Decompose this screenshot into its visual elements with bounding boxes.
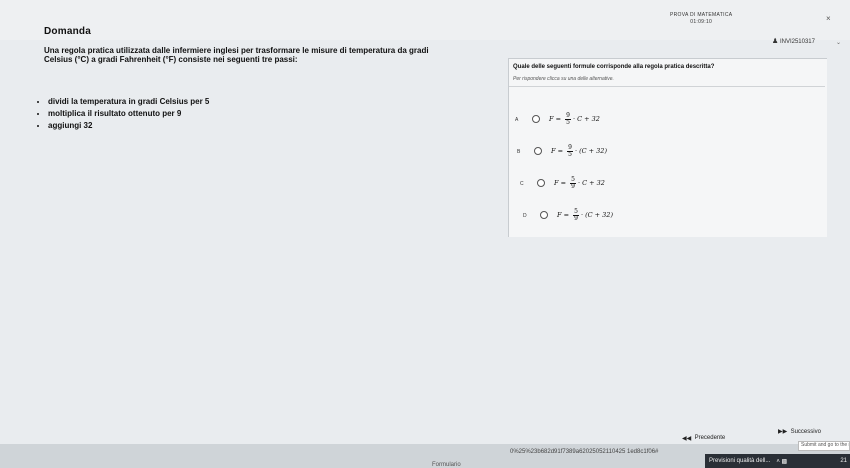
clock: 21 bbox=[840, 458, 847, 464]
step-item: aggiungi 32 bbox=[48, 120, 209, 132]
question-intro: Una regola pratica utilizzata dalle infe… bbox=[44, 46, 504, 64]
steps-list: dividi la temperatura in gradi Celsius p… bbox=[36, 96, 209, 132]
option-letter: A bbox=[515, 117, 519, 123]
session-hash: 0%25%23b682d91f7389a62025052110425 1ed8c… bbox=[510, 449, 659, 455]
intro-line-2: Celsius (°C) a gradi Fahrenheit (°F) con… bbox=[44, 55, 298, 64]
radio-button[interactable] bbox=[540, 211, 548, 219]
radio-button[interactable] bbox=[532, 115, 540, 123]
formulario-button[interactable]: Formulario bbox=[432, 462, 461, 468]
option-letter: D bbox=[523, 213, 527, 219]
step-item: dividi la temperatura in gradi Celsius p… bbox=[48, 96, 209, 108]
double-right-arrow-icon: ▶▶ bbox=[778, 429, 789, 435]
user-info: ♟ INVI2510317 bbox=[772, 37, 815, 45]
next-label: Successivo bbox=[790, 429, 821, 435]
option-b[interactable]: B F = 95 · (C + 32) bbox=[509, 139, 825, 169]
user-code: INVI2510317 bbox=[779, 39, 815, 45]
answer-prompt: Quale delle seguenti formule corrisponde… bbox=[513, 64, 715, 70]
option-letter: B bbox=[517, 149, 521, 155]
test-name: PROVA DI MATEMATICA bbox=[670, 12, 733, 18]
formula: F = 95 · C + 32 bbox=[549, 111, 600, 126]
os-taskbar: Previsioni qualità dell... ˄ ▩ 21 bbox=[705, 454, 850, 468]
prev-label: Precedente bbox=[694, 435, 726, 441]
formula: F = 59 · (C + 32) bbox=[557, 207, 613, 222]
timer: 01:09:10 bbox=[690, 19, 713, 25]
double-left-arrow-icon: ◀◀ bbox=[682, 435, 695, 442]
option-c[interactable]: C F = 59 · C + 32 bbox=[509, 171, 825, 201]
question-pane: Una regola pratica utilizzata dalle infe… bbox=[36, 40, 506, 440]
prev-button[interactable]: ◀◀ Precedente bbox=[682, 432, 725, 444]
formula: F = 95 · (C + 32) bbox=[551, 143, 607, 158]
option-letter: C bbox=[520, 181, 524, 187]
intro-line-1: Una regola pratica utilizzata dalle infe… bbox=[44, 46, 429, 55]
user-icon: ♟ bbox=[772, 38, 779, 45]
step-item: moltiplica il risultato ottenuto per 9 bbox=[48, 108, 209, 120]
option-d[interactable]: D F = 59 · (C + 32) bbox=[509, 203, 825, 233]
tray-icons[interactable]: ˄ ▩ bbox=[776, 458, 787, 465]
divider bbox=[509, 86, 825, 87]
test-info: PROVA DI MATEMATICA 01:09:10 bbox=[670, 12, 732, 26]
radio-button[interactable] bbox=[534, 147, 542, 155]
chevron-down-icon[interactable]: ⌄ bbox=[836, 39, 841, 46]
section-title: Domanda bbox=[44, 26, 91, 37]
formula: F = 59 · C + 32 bbox=[554, 175, 605, 190]
answer-panel: Quale delle seguenti formule corrisponde… bbox=[508, 58, 827, 237]
submit-tooltip: Submit and go to the r bbox=[798, 441, 850, 451]
radio-button[interactable] bbox=[537, 179, 545, 187]
close-icon[interactable]: × bbox=[826, 14, 831, 23]
answer-hint: Per rispondere clicca su una delle alter… bbox=[513, 76, 614, 82]
next-button[interactable]: ▶▶ Successivo bbox=[778, 428, 821, 435]
weather-widget[interactable]: Previsioni qualità dell... bbox=[709, 458, 770, 464]
option-a[interactable]: A F = 95 · C + 32 bbox=[509, 107, 825, 137]
